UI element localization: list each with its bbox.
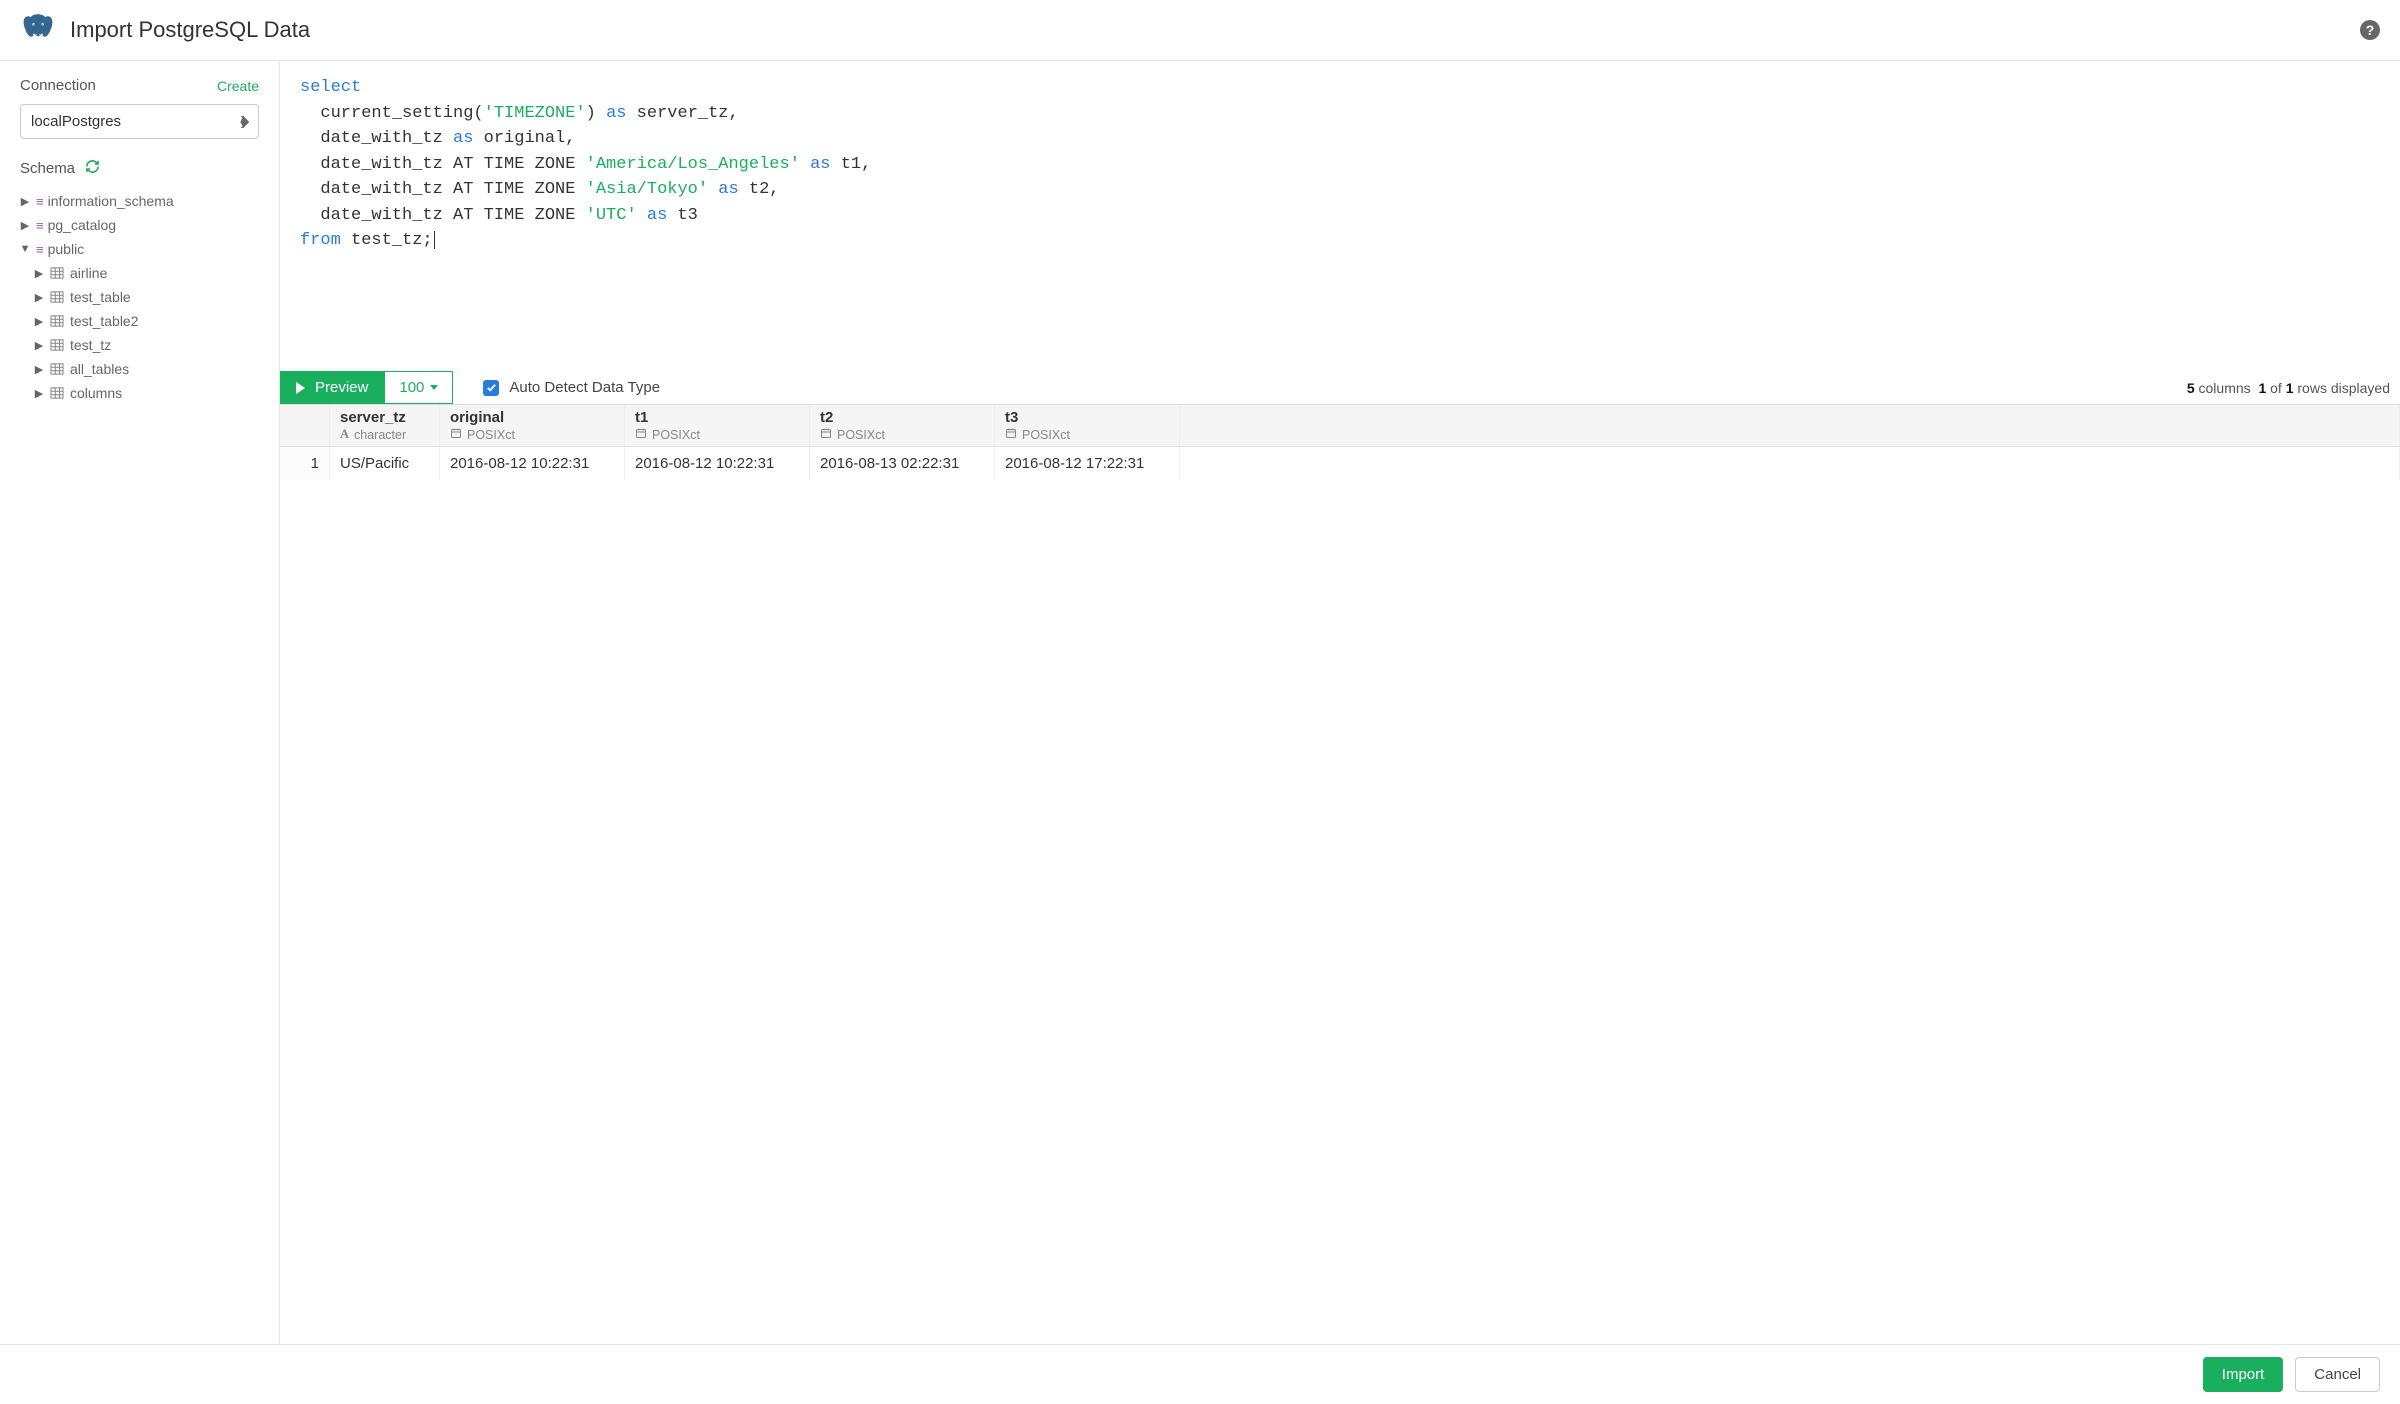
column-header-t2[interactable]: t2POSIXct — [810, 405, 995, 446]
row-limit-dropdown[interactable]: 100 — [384, 371, 453, 404]
connection-value: localPostgres — [31, 113, 121, 130]
preview-label: Preview — [315, 379, 368, 396]
results-table: server_tzAcharacteroriginalPOSIXctt1POSI… — [280, 404, 2400, 480]
row-limit-value: 100 — [399, 379, 424, 396]
caret-right-icon: ▶ — [20, 195, 30, 208]
caret-right-icon: ▶ — [34, 267, 44, 280]
tree-item-label: test_tz — [70, 337, 111, 353]
text-cursor — [434, 231, 435, 249]
column-header-server_tz[interactable]: server_tzAcharacter — [330, 405, 440, 446]
chevron-down-icon — [430, 385, 438, 390]
dialog-header: Import PostgreSQL Data ? — [0, 0, 2400, 61]
table-icon — [50, 387, 64, 399]
caret-right-icon: ▶ — [34, 387, 44, 400]
cell-t3: 2016-08-12 17:22:31 — [995, 447, 1180, 480]
caret-right-icon: ▶ — [34, 363, 44, 376]
connection-section: Connection Create — [20, 77, 259, 94]
caret-right-icon: ▶ — [34, 339, 44, 352]
cell-original: 2016-08-12 10:22:31 — [440, 447, 625, 480]
cell-empty — [1180, 447, 2400, 480]
help-icon[interactable]: ? — [2360, 20, 2380, 40]
column-name: t3 — [1005, 409, 1169, 426]
tree-item-airline[interactable]: ▶ airline — [20, 261, 259, 285]
tree-item-test-tz[interactable]: ▶ test_tz — [20, 333, 259, 357]
tree-item-label: columns — [70, 385, 122, 401]
tree-item-test-table[interactable]: ▶ test_table — [20, 285, 259, 309]
create-connection-link[interactable]: Create — [217, 78, 259, 94]
tree-item-pg-catalog[interactable]: ▶ ≡ pg_catalog — [20, 213, 259, 237]
preview-toolbar: Preview 100 Auto Detect Data Type 5 colu… — [280, 371, 2400, 404]
schema-icon: ≡ — [36, 194, 42, 209]
column-name: t2 — [820, 409, 984, 426]
sql-editor[interactable]: select current_setting('TIMEZONE') as se… — [280, 61, 2400, 371]
tree-item-all-tables[interactable]: ▶ all_tables — [20, 357, 259, 381]
page-title: Import PostgreSQL Data — [70, 17, 310, 43]
column-type: POSIXct — [635, 427, 799, 442]
tree-item-label: all_tables — [70, 361, 129, 377]
column-header-t3[interactable]: t3POSIXct — [995, 405, 1180, 446]
postgresql-icon — [20, 12, 56, 48]
select-caret-icon: ▲▼ — [238, 116, 249, 128]
sidebar: Connection Create localPostgres ▲▼ Schem… — [0, 61, 280, 1344]
caret-right-icon: ▶ — [34, 291, 44, 304]
tree-item-test-table2[interactable]: ▶ test_table2 — [20, 309, 259, 333]
tree-item-label: public — [48, 241, 85, 257]
caret-down-icon: ▼ — [20, 243, 30, 255]
results-body: 1US/Pacific2016-08-12 10:22:312016-08-12… — [280, 447, 2400, 480]
column-name: original — [450, 409, 614, 426]
schema-section: Schema — [20, 159, 259, 177]
table-icon — [50, 363, 64, 375]
tree-item-label: information_schema — [48, 193, 174, 209]
column-name: t1 — [635, 409, 799, 426]
cancel-button[interactable]: Cancel — [2295, 1357, 2380, 1392]
import-button[interactable]: Import — [2203, 1357, 2284, 1392]
tree-item-label: pg_catalog — [48, 217, 117, 233]
table-icon — [50, 291, 64, 303]
schema-label: Schema — [20, 160, 75, 177]
schema-tree: ▶ ≡ information_schema ▶ ≡ pg_catalog ▼ ≡ public… — [20, 189, 259, 405]
caret-right-icon: ▶ — [34, 315, 44, 328]
tree-item-label: test_table2 — [70, 313, 139, 329]
column-type: POSIXct — [1005, 427, 1169, 442]
main-panel: select current_setting('TIMEZONE') as se… — [280, 61, 2400, 1344]
table-icon — [50, 267, 64, 279]
auto-detect-label: Auto Detect Data Type — [509, 379, 660, 396]
tree-item-columns[interactable]: ▶ columns — [20, 381, 259, 405]
tree-item-public[interactable]: ▼ ≡ public — [20, 237, 259, 261]
tree-item-label: test_table — [70, 289, 131, 305]
results-header-row: server_tzAcharacteroriginalPOSIXctt1POSI… — [280, 405, 2400, 447]
result-summary: 5 columns 1 of 1 rows displayed — [2187, 380, 2400, 396]
connection-select[interactable]: localPostgres — [20, 104, 259, 139]
header-left: Import PostgreSQL Data — [20, 12, 310, 48]
table-row[interactable]: 1US/Pacific2016-08-12 10:22:312016-08-12… — [280, 447, 2400, 480]
dialog-footer: Import Cancel — [0, 1344, 2400, 1404]
tree-item-information-schema[interactable]: ▶ ≡ information_schema — [20, 189, 259, 213]
preview-button[interactable]: Preview — [280, 371, 384, 404]
auto-detect-option[interactable]: Auto Detect Data Type — [483, 379, 660, 396]
row-number-header — [280, 405, 330, 446]
table-icon — [50, 339, 64, 351]
column-header-t1[interactable]: t1POSIXct — [625, 405, 810, 446]
caret-right-icon: ▶ — [20, 219, 30, 232]
column-name: server_tz — [340, 409, 429, 426]
play-icon — [296, 382, 305, 394]
column-header-empty — [1180, 405, 2400, 446]
tree-item-label: airline — [70, 265, 107, 281]
cell-server_tz: US/Pacific — [330, 447, 440, 480]
cell-t2: 2016-08-13 02:22:31 — [810, 447, 995, 480]
schema-icon: ≡ — [36, 218, 42, 233]
column-type: POSIXct — [450, 427, 614, 442]
column-type: POSIXct — [820, 427, 984, 442]
refresh-icon[interactable] — [85, 159, 100, 177]
cell-t1: 2016-08-12 10:22:31 — [625, 447, 810, 480]
connection-label: Connection — [20, 77, 96, 94]
auto-detect-checkbox[interactable] — [483, 380, 499, 396]
column-type: Acharacter — [340, 427, 429, 442]
column-header-original[interactable]: originalPOSIXct — [440, 405, 625, 446]
row-number: 1 — [280, 447, 330, 480]
table-icon — [50, 315, 64, 327]
schema-icon: ≡ — [36, 242, 42, 257]
